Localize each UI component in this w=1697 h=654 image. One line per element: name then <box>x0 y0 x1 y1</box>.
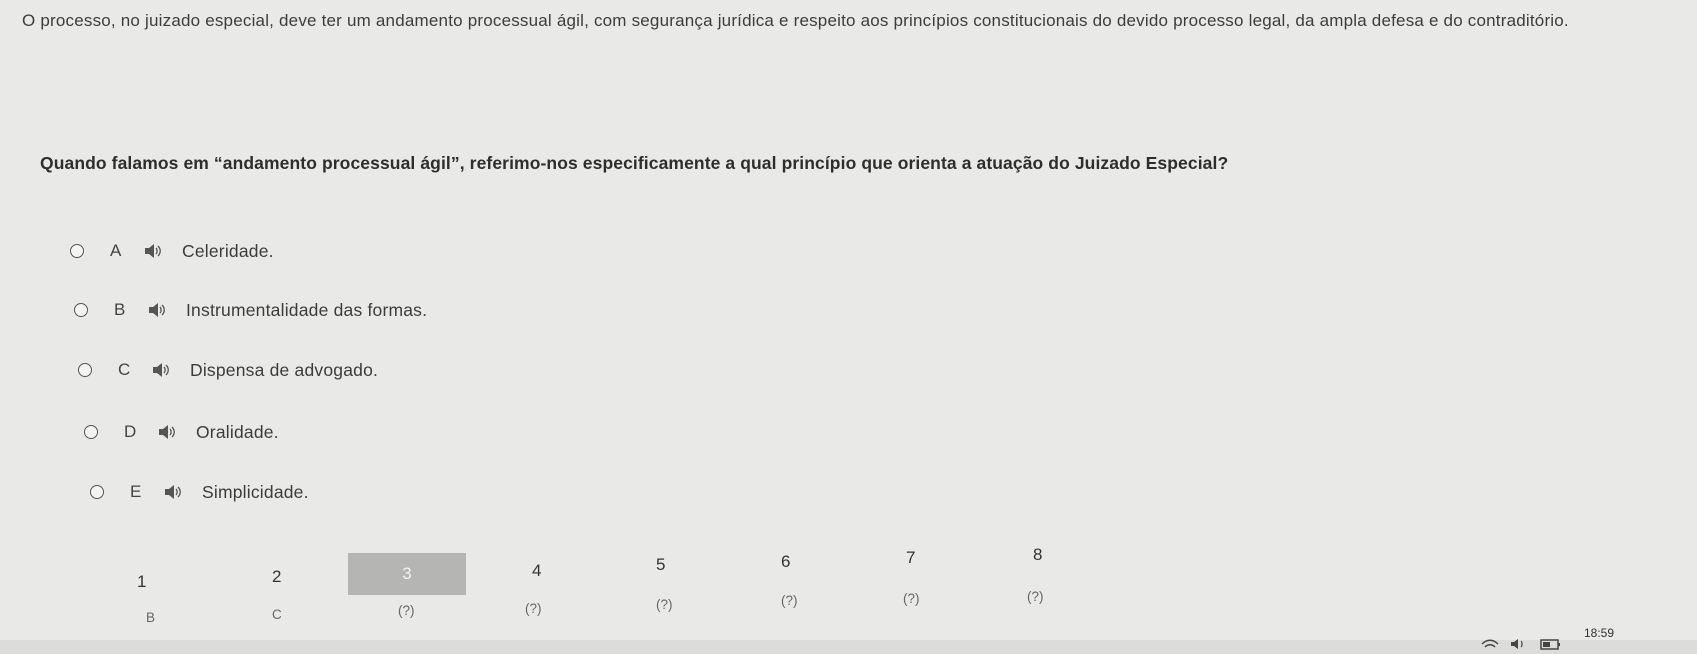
radio-option-d[interactable] <box>84 425 98 439</box>
option-a-letter: A <box>110 241 122 260</box>
option-b[interactable]: B Instrumentalidade das formas. <box>74 296 427 324</box>
wifi-icon[interactable] <box>1480 638 1500 650</box>
option-e-text: Simplicidade. <box>202 481 309 502</box>
speaker-icon[interactable] <box>152 362 170 378</box>
nav-answer-3[interactable]: (?) <box>398 603 415 618</box>
radio-option-c[interactable] <box>78 363 92 377</box>
option-b-text: Instrumentalidade das formas. <box>186 299 428 320</box>
nav-question-4[interactable]: 4 <box>532 561 541 581</box>
option-a-text: Celeridade. <box>182 240 274 261</box>
option-c[interactable]: C Dispensa de advogado. <box>78 356 378 384</box>
option-e[interactable]: E Simplicidade. <box>90 478 309 506</box>
nav-question-8[interactable]: 8 <box>1033 545 1042 565</box>
nav-answer-6[interactable]: (?) <box>781 593 798 608</box>
option-d-text: Oralidade. <box>196 421 279 442</box>
nav-answer-2[interactable]: C <box>272 607 282 622</box>
option-d-letter: D <box>124 422 137 441</box>
radio-option-a[interactable] <box>70 244 84 258</box>
speaker-icon[interactable] <box>144 243 162 259</box>
option-c-letter: C <box>118 360 131 379</box>
volume-icon[interactable] <box>1510 638 1528 650</box>
nav-answer-7[interactable]: (?) <box>903 591 920 606</box>
radio-option-e[interactable] <box>90 485 104 499</box>
option-c-text: Dispensa de advogado. <box>190 359 379 380</box>
nav-question-7[interactable]: 7 <box>906 548 915 568</box>
nav-question-2[interactable]: 2 <box>272 567 281 587</box>
nav-question-5[interactable]: 5 <box>656 555 665 575</box>
nav-answer-8[interactable]: (?) <box>1027 589 1044 604</box>
speaker-icon[interactable] <box>158 424 176 440</box>
question-passage: O processo, no juizado especial, deve te… <box>22 11 1569 30</box>
option-b-letter: B <box>114 300 126 319</box>
option-d[interactable]: D Oralidade. <box>84 418 279 446</box>
option-a[interactable]: A Celeridade. <box>70 237 274 265</box>
taskbar-clock[interactable]: 18:59 <box>1584 626 1614 640</box>
nav-question-3-active[interactable]: 3 <box>348 553 466 595</box>
nav-question-6[interactable]: 6 <box>781 552 790 572</box>
nav-question-1[interactable]: 1 <box>137 572 146 592</box>
battery-icon[interactable] <box>1540 638 1562 650</box>
speaker-icon[interactable] <box>148 302 166 318</box>
nav-answer-5[interactable]: (?) <box>656 597 673 612</box>
taskbar <box>0 640 1697 654</box>
nav-answer-1[interactable]: B <box>146 610 155 625</box>
speaker-icon[interactable] <box>164 484 182 500</box>
option-e-letter: E <box>130 482 142 501</box>
radio-option-b[interactable] <box>74 303 88 317</box>
question-prompt: Quando falamos em “andamento processual … <box>40 153 1229 173</box>
nav-answer-4[interactable]: (?) <box>525 601 542 616</box>
